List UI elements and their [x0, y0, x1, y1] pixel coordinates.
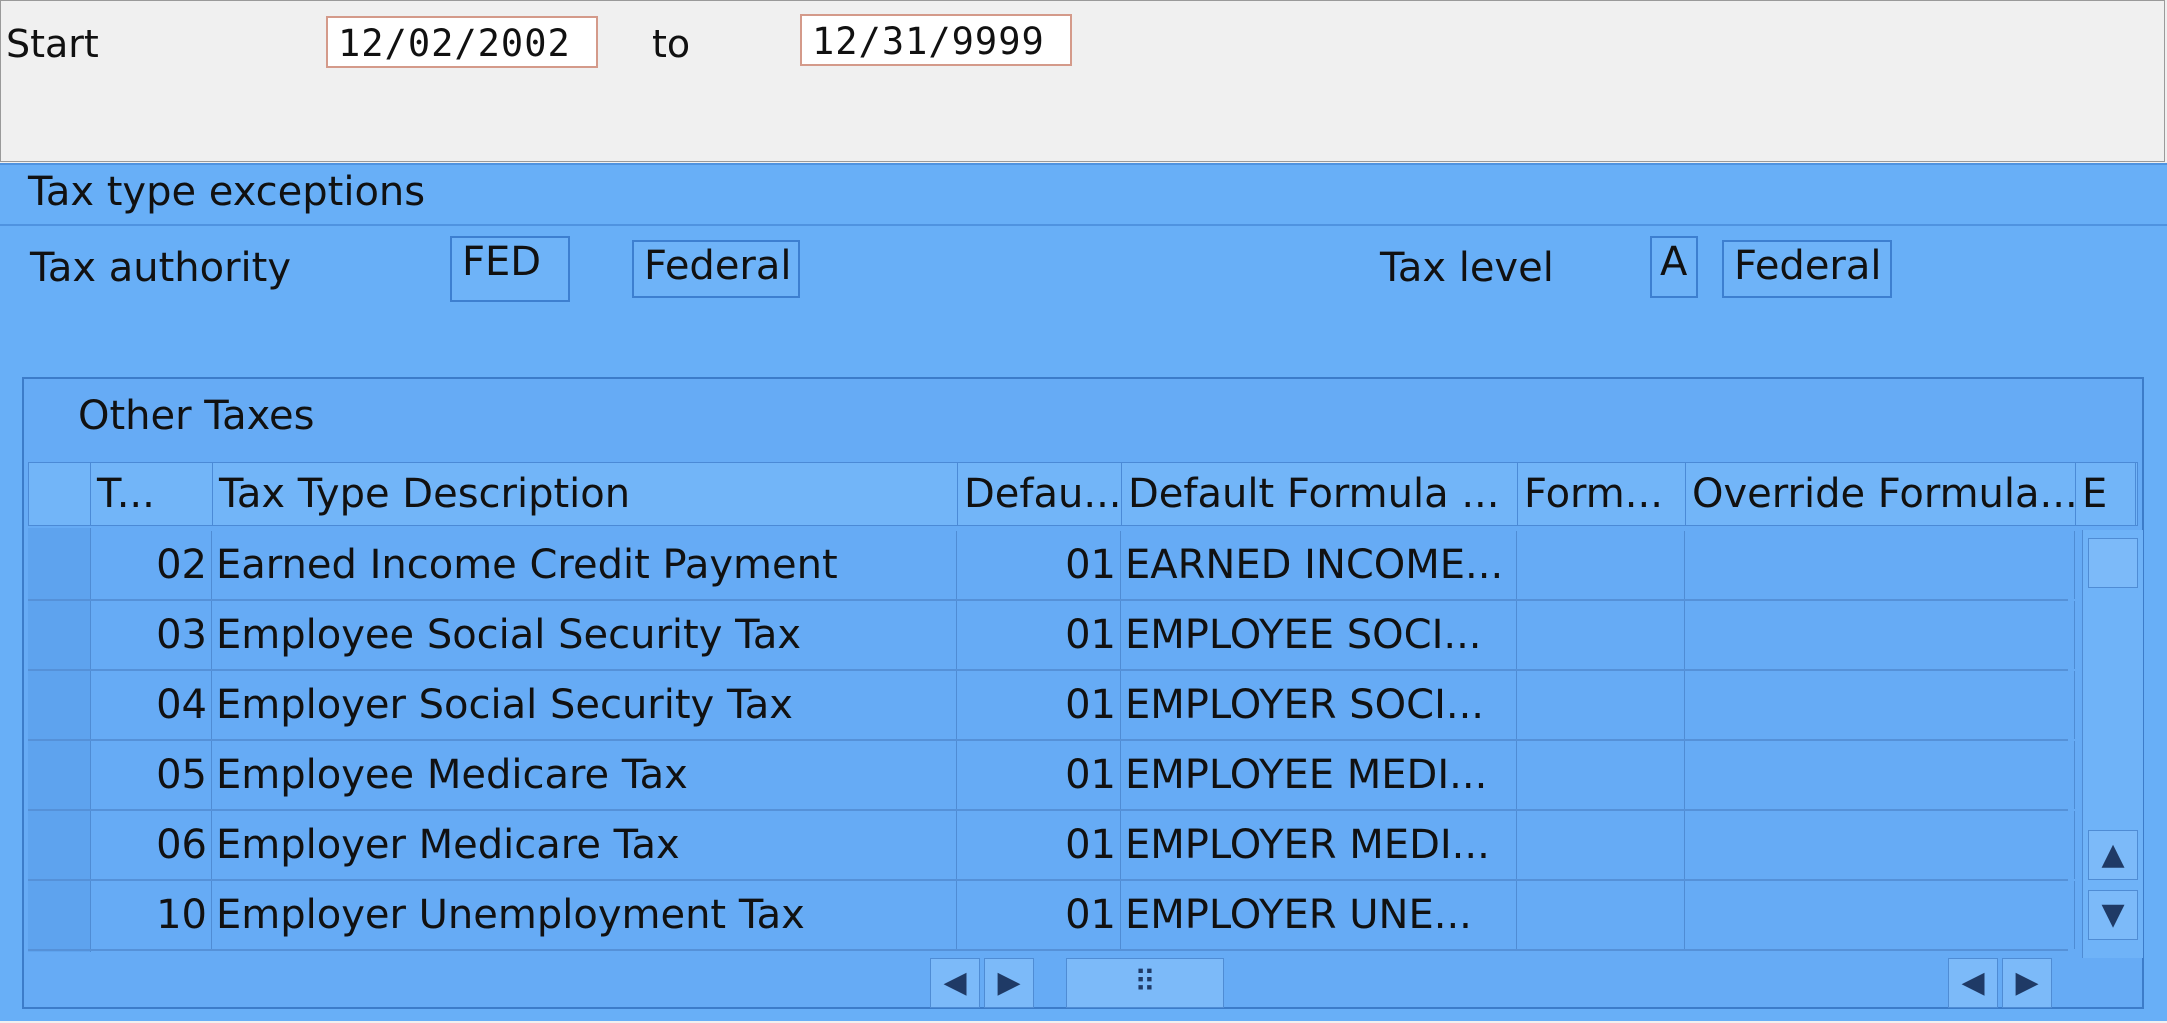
tax-authority-code-field[interactable]: FED: [450, 236, 570, 302]
tax-type-description-cell[interactable]: Employee Medicare Tax: [212, 741, 957, 809]
tax-type-code-cell[interactable]: 03: [90, 601, 212, 669]
tax-type-code-cell[interactable]: 02: [90, 531, 212, 599]
override-formula-cell[interactable]: [1685, 741, 2075, 809]
start-label: Start: [6, 22, 99, 66]
default-code-cell[interactable]: 01: [957, 881, 1121, 949]
formula-cell[interactable]: [1517, 881, 1685, 949]
column-header-code[interactable]: T...: [91, 463, 213, 525]
formula-cell[interactable]: [1517, 741, 1685, 809]
column-header-default-code[interactable]: Defau...: [958, 463, 1122, 525]
start-date-field[interactable]: 12/02/2002: [326, 16, 598, 68]
tax-type-description-cell[interactable]: Employer Medicare Tax: [212, 811, 957, 879]
tax-type-code-cell[interactable]: 04: [90, 671, 212, 739]
default-formula-cell[interactable]: EMPLOYER UNE...: [1121, 881, 1517, 949]
override-formula-cell[interactable]: [1685, 601, 2075, 669]
horizontal-scrollbar[interactable]: ◀ ▶ ⠿ ◀ ▶: [930, 958, 2080, 1008]
tax-type-code-cell[interactable]: 05: [90, 741, 212, 809]
tax-level-name-field: Federal: [1722, 240, 1892, 298]
panel-title: Tax type exceptions: [28, 169, 426, 215]
tax-authority-name-field: Federal: [632, 240, 800, 298]
default-code-cell[interactable]: 01: [957, 671, 1121, 739]
scroll-left-icon[interactable]: ◀: [930, 958, 980, 1008]
column-header-e[interactable]: E: [2076, 463, 2136, 525]
override-formula-cell[interactable]: [1685, 531, 2075, 599]
page-left-icon[interactable]: ◀: [1948, 958, 1998, 1008]
formula-cell[interactable]: [1517, 601, 1685, 669]
default-code-cell[interactable]: 01: [957, 811, 1121, 879]
table-row[interactable]: 10 Employer Unemployment Tax 01 EMPLOYER…: [28, 881, 2075, 951]
default-formula-cell[interactable]: EMPLOYEE SOCI...: [1121, 601, 1517, 669]
override-formula-cell[interactable]: [1685, 811, 2075, 879]
column-header-override-formula[interactable]: Override Formula...: [1686, 463, 2076, 525]
date-range-bar: [0, 0, 2165, 162]
to-label: to: [652, 22, 691, 66]
page-right-icon[interactable]: ▶: [2002, 958, 2052, 1008]
default-code-cell[interactable]: 01: [957, 531, 1121, 599]
default-code-cell[interactable]: 01: [957, 741, 1121, 809]
tax-level-label: Tax level: [1380, 245, 1554, 291]
formula-cell[interactable]: [1517, 811, 1685, 879]
default-formula-cell[interactable]: EMPLOYER MEDI...: [1121, 811, 1517, 879]
tax-type-description-cell[interactable]: Earned Income Credit Payment: [212, 531, 957, 599]
end-date-field[interactable]: 12/31/9999: [800, 14, 1072, 66]
table-row[interactable]: 05 Employee Medicare Tax 01 EMPLOYEE MED…: [28, 741, 2075, 811]
override-formula-cell[interactable]: [1685, 671, 2075, 739]
table-row[interactable]: 02 Earned Income Credit Payment 01 EARNE…: [28, 531, 2075, 601]
table-row[interactable]: 06 Employer Medicare Tax 01 EMPLOYER MED…: [28, 811, 2075, 881]
default-formula-cell[interactable]: EMPLOYEE MEDI...: [1121, 741, 1517, 809]
table-title: Other Taxes: [78, 393, 315, 439]
table-header-row: T... Tax Type Description Defau... Defau…: [28, 462, 2138, 526]
vertical-scrollbar[interactable]: ▲ ▼: [2082, 530, 2143, 958]
tax-type-description-cell[interactable]: Employer Unemployment Tax: [212, 881, 957, 949]
tax-type-code-cell[interactable]: 06: [90, 811, 212, 879]
column-header-default-formula[interactable]: Default Formula ...: [1122, 463, 1518, 525]
panel-divider: [0, 224, 2167, 226]
tax-level-code-field[interactable]: A: [1650, 236, 1698, 298]
table-row[interactable]: 04 Employer Social Security Tax 01 EMPLO…: [28, 671, 2075, 741]
header-corner: [29, 463, 91, 525]
tax-type-code-cell[interactable]: 10: [90, 881, 212, 949]
column-header-formula[interactable]: Form...: [1518, 463, 1686, 525]
override-formula-cell[interactable]: [1685, 881, 2075, 949]
scroll-down-icon[interactable]: ▼: [2088, 890, 2138, 940]
tax-type-description-cell[interactable]: Employer Social Security Tax: [212, 671, 957, 739]
formula-cell[interactable]: [1517, 531, 1685, 599]
default-formula-cell[interactable]: EARNED INCOME...: [1121, 531, 1517, 599]
scroll-right-icon[interactable]: ▶: [984, 958, 1034, 1008]
scroll-up-icon[interactable]: ▲: [2088, 830, 2138, 880]
tax-type-description-cell[interactable]: Employee Social Security Tax: [212, 601, 957, 669]
default-formula-cell[interactable]: EMPLOYER SOCI...: [1121, 671, 1517, 739]
table-row[interactable]: 03 Employee Social Security Tax 01 EMPLO…: [28, 601, 2075, 671]
row-select-checkbox[interactable]: [2088, 538, 2138, 588]
scroll-thumb-grip-icon[interactable]: ⠿: [1066, 958, 1224, 1008]
column-header-description[interactable]: Tax Type Description: [213, 463, 958, 525]
default-code-cell[interactable]: 01: [957, 601, 1121, 669]
formula-cell[interactable]: [1517, 671, 1685, 739]
tax-authority-label: Tax authority: [30, 245, 291, 291]
